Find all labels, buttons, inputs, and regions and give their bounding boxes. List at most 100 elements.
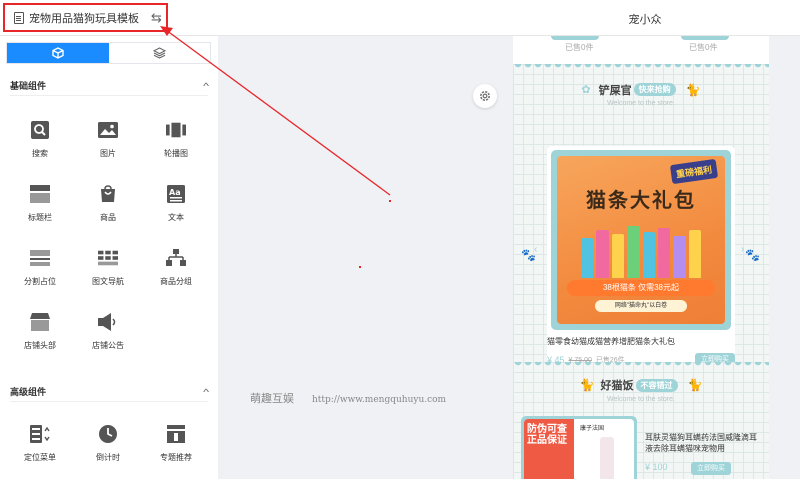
component-image[interactable]: 图片 xyxy=(78,120,138,176)
component-label: 专题推荐 xyxy=(160,453,192,462)
component-location-menu[interactable]: 定位菜单 xyxy=(10,424,70,479)
chevron-up-icon[interactable]: ^ xyxy=(203,387,209,397)
sold-count: 已售0件 xyxy=(565,43,594,52)
page-settings-button[interactable] xyxy=(473,84,497,108)
top-bar: 宠物用品猫狗玩具模板 ⇆ 宠小众 xyxy=(0,0,800,36)
carousel-next-icon[interactable]: › xyxy=(741,244,744,255)
image-banner: 38根猫条 仅需38元起 xyxy=(567,280,715,296)
component-divider[interactable]: 分割占位 xyxy=(10,248,70,304)
carousel-prev-icon[interactable]: ‹ xyxy=(534,244,537,255)
image-brand: 康子法国 xyxy=(580,426,605,432)
image-badge: 重磅福利 xyxy=(669,158,719,185)
product-group-icon xyxy=(166,248,186,268)
product-name: 猫零食幼猫成猫营养增肥猫条大礼包 xyxy=(547,337,675,346)
watermark: 萌趣互娱 http://www.mengquhuyu.com xyxy=(250,390,446,406)
topic-recommend-icon xyxy=(166,424,186,444)
text-icon: Aa xyxy=(166,184,186,204)
cat-icon: 🐈 xyxy=(579,378,595,392)
component-label: 轮播图 xyxy=(164,149,188,158)
title-pill: 不容错过 xyxy=(635,378,678,392)
cat-icon: 🐈 xyxy=(685,82,701,97)
title-text: 铲屎官 xyxy=(598,84,632,97)
cube-icon xyxy=(52,47,64,59)
component-label: 倒计时 xyxy=(96,453,120,462)
search-icon xyxy=(30,120,50,140)
component-label: 店铺头部 xyxy=(24,341,56,350)
red-dot xyxy=(359,266,361,268)
chevron-up-icon[interactable]: ^ xyxy=(203,81,209,91)
block-title: 🐈 好猫饭 不容错过 🐈 Welcome to the store. xyxy=(513,376,769,403)
component-label: 商品分组 xyxy=(160,277,192,286)
image-title: 猫条大礼包 xyxy=(586,190,696,212)
component-announcement[interactable]: 店铺公告 xyxy=(78,312,138,368)
component-label: 标题栏 xyxy=(28,213,52,222)
title-pill: 快来抢购 xyxy=(633,83,676,96)
component-label: 图文导航 xyxy=(92,277,124,286)
scallop-border xyxy=(513,362,769,367)
announcement-icon xyxy=(98,312,118,332)
title-text: 好猫饭 xyxy=(600,380,634,392)
countdown-icon xyxy=(98,424,118,444)
title-bar-icon xyxy=(30,184,50,204)
red-dot xyxy=(389,200,391,202)
cat-doodle-icon: 🐾 xyxy=(745,248,760,262)
product-tube xyxy=(600,437,614,479)
component-label: 搜索 xyxy=(32,149,48,158)
divider-icon xyxy=(30,248,50,268)
flower-icon: ✿ xyxy=(581,84,591,96)
image-icon xyxy=(98,120,118,140)
layers-icon xyxy=(152,47,166,59)
svg-text:Aa: Aa xyxy=(169,188,181,197)
component-label: 分割占位 xyxy=(24,277,56,286)
advanced-components-header[interactable]: 高级组件 ^ xyxy=(10,382,209,402)
component-product-group[interactable]: 商品分组 xyxy=(146,248,206,304)
component-title-bar[interactable]: 标题栏 xyxy=(10,184,70,240)
mobile-preview: 已售0件 已售0件 ✿ 铲屎官 快来抢购 🐈 Welcome to the st… xyxy=(513,36,769,479)
image-text: 防伪可查 正品保证 xyxy=(524,419,574,479)
component-shop-header[interactable]: 店铺头部 xyxy=(10,312,70,368)
component-label: 商品 xyxy=(100,213,116,222)
component-text[interactable]: Aa 文本 xyxy=(146,184,206,240)
grid-nav-icon xyxy=(98,248,118,268)
buy-now-button[interactable]: 立即购买 xyxy=(691,462,731,475)
tab-layers[interactable] xyxy=(109,43,211,63)
component-product[interactable]: 商品 xyxy=(78,184,138,240)
component-label: 图片 xyxy=(100,149,116,158)
component-carousel[interactable]: 轮播图 xyxy=(146,120,206,176)
product-block-2: 🐈 好猫饭 不容错过 🐈 Welcome to the store. 防伪可查 … xyxy=(513,362,769,479)
component-label: 文本 xyxy=(168,213,184,222)
swap-icon[interactable]: ⇆ xyxy=(151,10,162,26)
shop-header-icon xyxy=(30,312,50,332)
shop-name: 宠小众 xyxy=(628,14,662,26)
scallop-border xyxy=(513,64,769,69)
component-topic-recommend[interactable]: 专题推荐 xyxy=(146,424,206,479)
gear-icon xyxy=(480,91,490,101)
carousel-icon xyxy=(166,120,186,140)
template-title-box[interactable]: 宠物用品猫狗玩具模板 ⇆ xyxy=(3,3,168,32)
tab-components[interactable] xyxy=(7,43,109,63)
product-image[interactable]: 防伪可查 正品保证 康子法国 xyxy=(521,416,637,479)
component-label: 店铺公告 xyxy=(92,341,124,350)
component-countdown[interactable]: 倒计时 xyxy=(78,424,138,479)
block-title: ✿ 铲屎官 快来抢购 🐈 Welcome to the store. xyxy=(513,80,769,108)
product-card[interactable]: 重磅福利 猫条大礼包 38根猫条 仅需38元起 网络"猫命丸"以白卷 猫零食幼猫… xyxy=(547,146,735,372)
product-icon xyxy=(98,184,118,204)
product-image: 重磅福利 猫条大礼包 38根猫条 仅需38元起 网络"猫命丸"以白卷 xyxy=(551,150,731,330)
sold-count: 已售0件 xyxy=(689,43,718,52)
component-grid-nav[interactable]: 图文导航 xyxy=(78,248,138,304)
product-block-1: ✿ 铲屎官 快来抢购 🐈 Welcome to the store. 🐾 🐾 ‹… xyxy=(513,64,769,380)
component-search[interactable]: 搜索 xyxy=(10,120,70,176)
product-name: 耳肤灵猫狗耳螨药法国威隆滴耳液去除耳螨猫咪宠物用 xyxy=(645,433,757,453)
decoration-pill xyxy=(551,36,599,40)
component-label: 定位菜单 xyxy=(24,453,56,462)
decoration-pill xyxy=(681,36,729,40)
sidebar-tabs xyxy=(6,42,211,64)
title-subtitle: Welcome to the store. xyxy=(607,396,675,403)
watermark-name: 萌趣互娱 xyxy=(250,392,294,405)
template-title: 宠物用品猫狗玩具模板 xyxy=(29,12,139,25)
cat-icon: 🐈 xyxy=(687,378,703,392)
cat-treat-sticks xyxy=(581,222,701,278)
basic-components-header[interactable]: 基础组件 ^ xyxy=(10,76,209,96)
section-title: 高级组件 xyxy=(10,387,47,397)
product-price: ¥ 100 xyxy=(645,462,668,472)
